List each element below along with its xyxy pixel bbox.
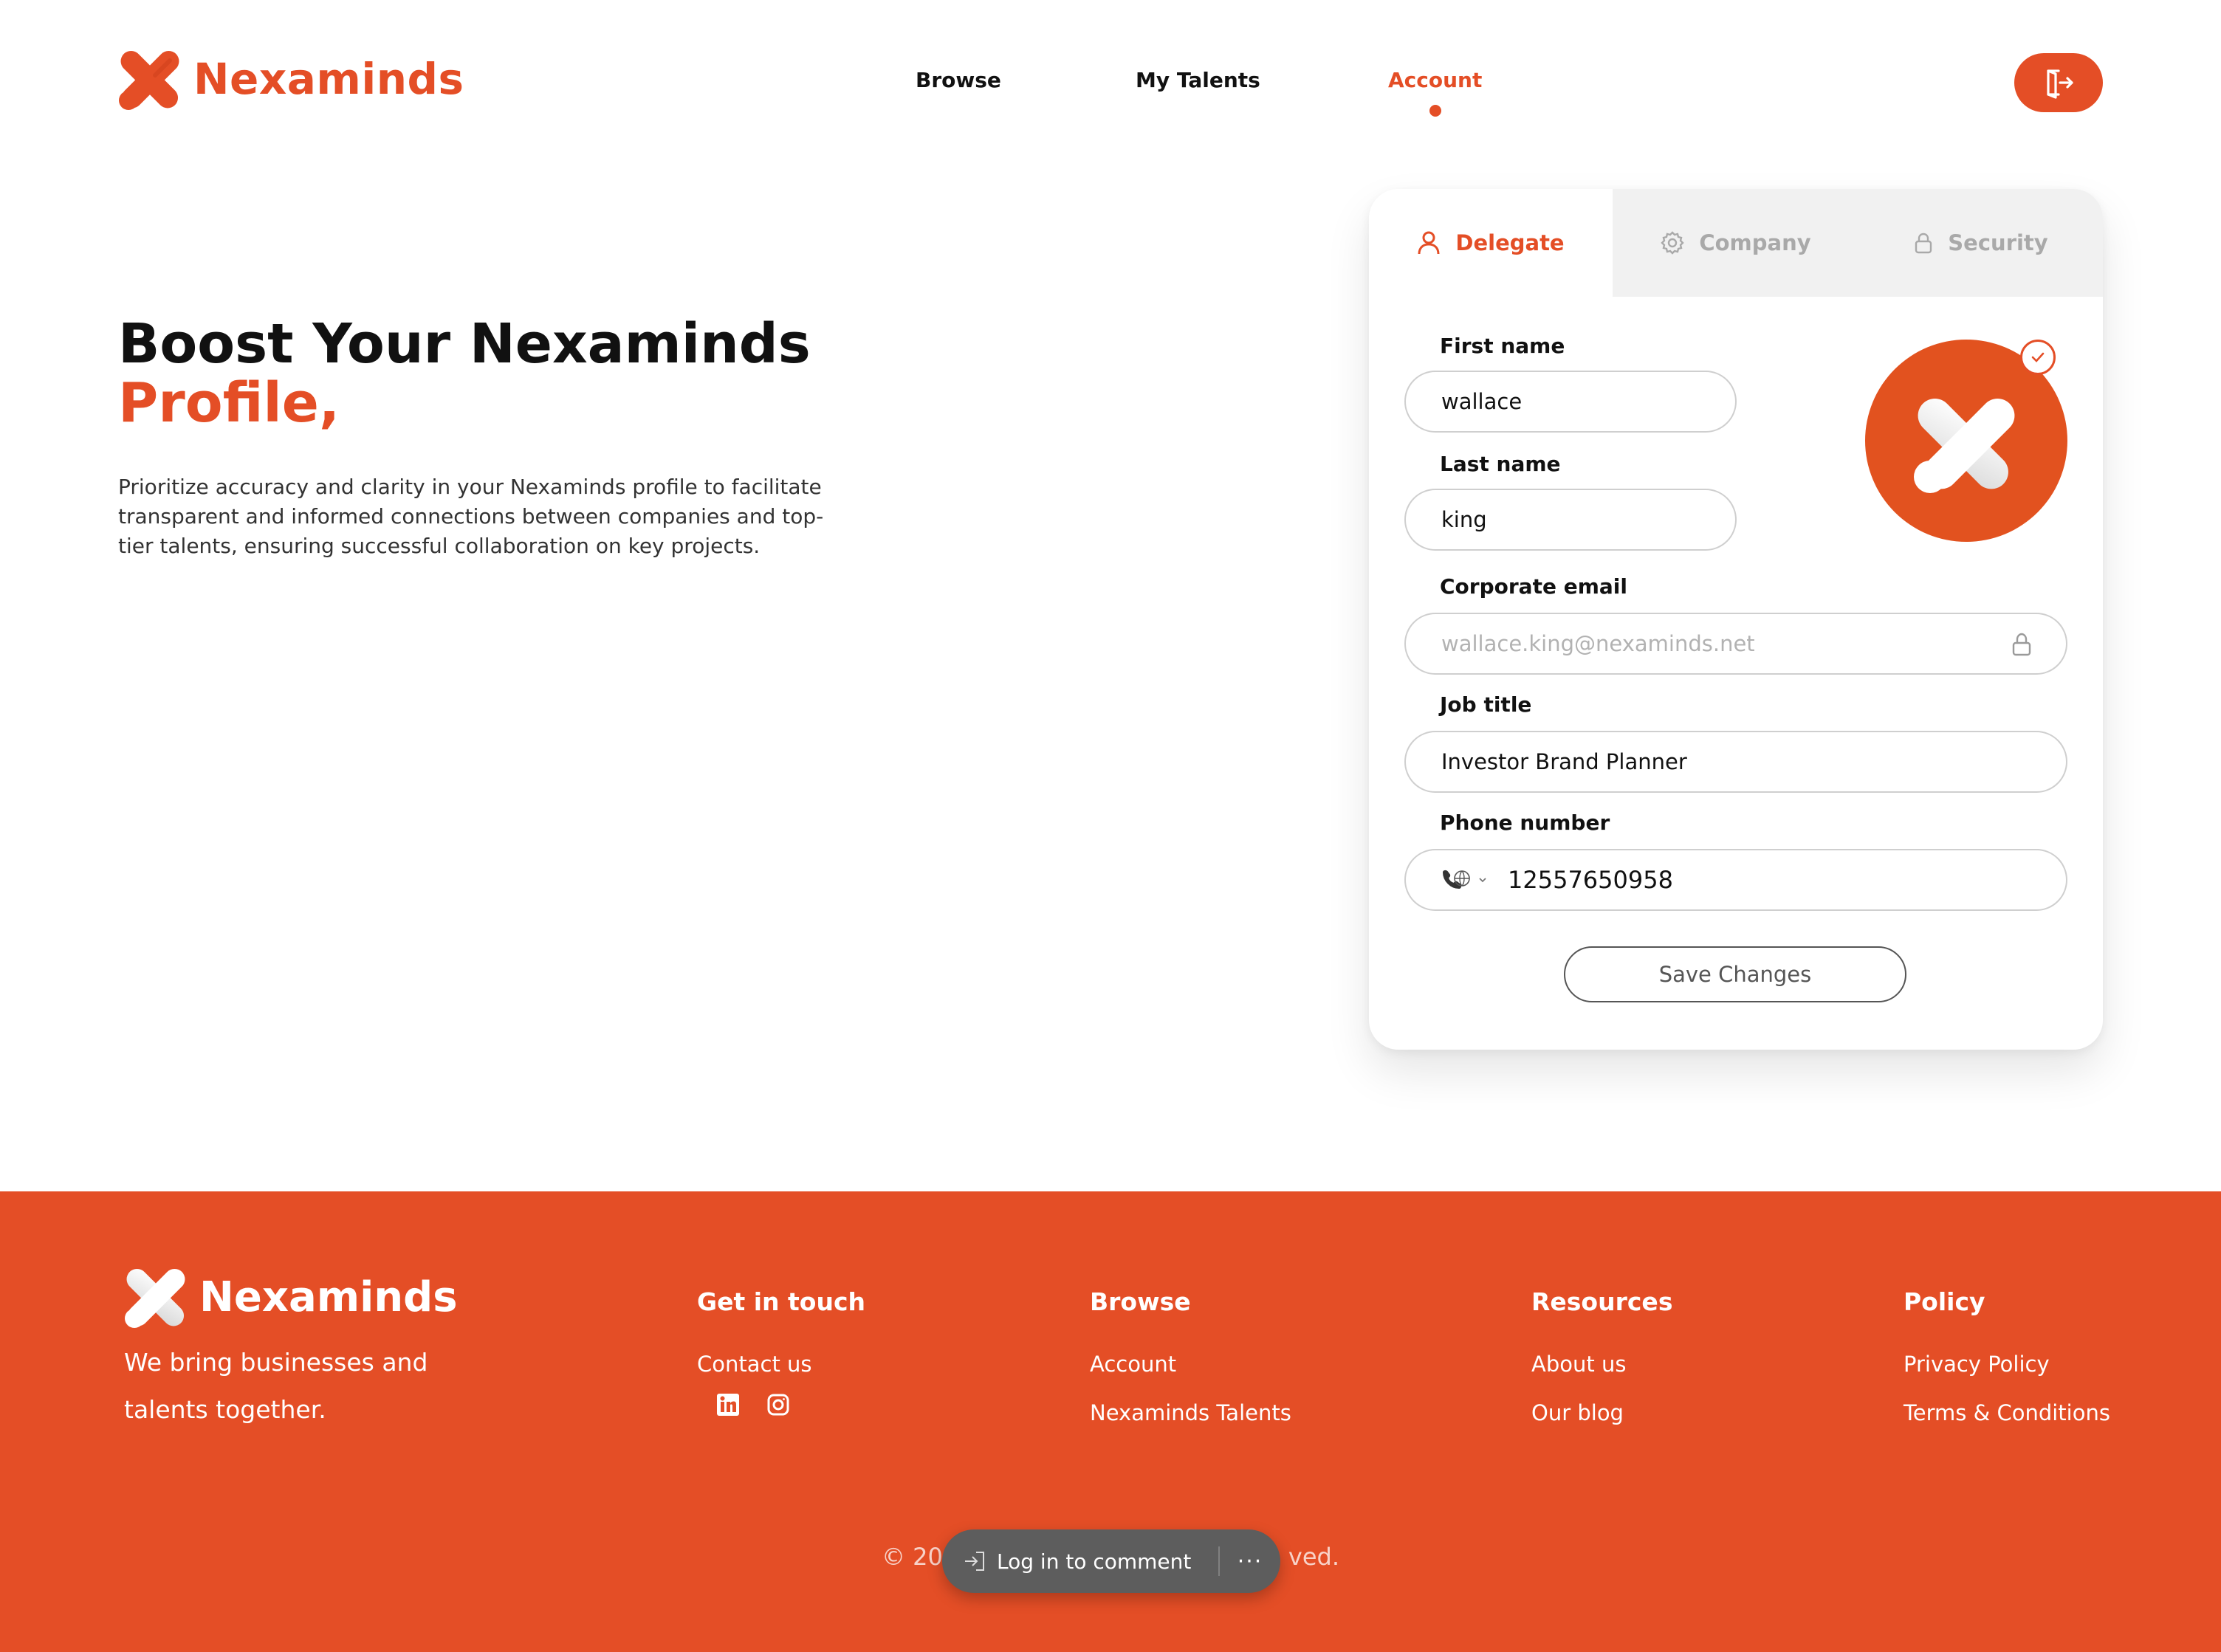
email-value: wallace.king@nexaminds.net — [1441, 631, 1755, 656]
lock-icon — [1915, 233, 1932, 254]
active-indicator — [1429, 105, 1441, 117]
tab-delegate-label: Delegate — [1455, 230, 1565, 255]
first-name-value: wallace — [1441, 389, 1523, 414]
footer-col-resources: Resources About us Our blog — [1531, 1287, 1672, 1449]
verified-check-icon — [2020, 340, 2056, 375]
nexaminds-logo-icon — [119, 50, 179, 110]
page: Nexaminds Browse My Talents Account Boos… — [0, 0, 2221, 1652]
footer-link-contact-us[interactable]: Contact us — [697, 1352, 865, 1377]
footer-link-our-blog[interactable]: Our blog — [1531, 1400, 1672, 1425]
login-to-comment-button[interactable]: Log in to comment — [942, 1529, 1218, 1593]
gear-icon — [1661, 231, 1685, 255]
footer-logo-text: Nexaminds — [199, 1273, 458, 1321]
chevron-down-icon — [1479, 878, 1486, 883]
phone-input[interactable]: 12557650958 — [1404, 849, 2067, 911]
social-links — [716, 1393, 865, 1417]
footer-col-title: Resources — [1531, 1287, 1673, 1316]
profile-tabs: Delegate Company Security — [1369, 189, 2103, 297]
footer-tagline: We bring businesses and talents together… — [124, 1348, 428, 1424]
footer-col-get-in-touch: Get in touch Contact us — [697, 1287, 865, 1417]
tab-company[interactable]: Company — [1613, 189, 1859, 297]
logo[interactable]: Nexaminds — [118, 47, 464, 111]
footer-link-privacy-policy[interactable]: Privacy Policy — [1904, 1352, 2110, 1377]
hero-title-line2: Profile, — [118, 371, 340, 435]
hero-title-line1: Boost Your Nexaminds — [118, 312, 811, 376]
footer-col-policy: Policy Privacy Policy Terms & Conditions — [1904, 1287, 2110, 1449]
footer-col-title: Policy — [1904, 1287, 1985, 1316]
more-options-button[interactable]: ··· — [1220, 1549, 1280, 1574]
footer-link-terms[interactable]: Terms & Conditions — [1904, 1400, 2110, 1425]
linkedin-icon[interactable] — [716, 1393, 740, 1417]
phone-value: 12557650958 — [1508, 866, 1673, 894]
nav-my-talents[interactable]: My Talents — [1136, 68, 1260, 92]
login-icon — [965, 1552, 984, 1571]
job-title-value: Investor Brand Planner — [1441, 749, 1687, 774]
nav-account[interactable]: Account — [1388, 68, 1483, 117]
email-label: Corporate email — [1440, 574, 1627, 599]
site-footer: Nexaminds We bring businesses and talent… — [0, 1191, 2221, 1652]
last-name-input[interactable]: king — [1404, 489, 1737, 551]
hero-description: Prioritize accuracy and clarity in your … — [118, 475, 824, 558]
nexaminds-logo-icon — [125, 1268, 185, 1328]
profile-card: Delegate Company Security First name wal… — [1369, 189, 2103, 1050]
copyright-left: © 20 — [882, 1543, 943, 1571]
last-name-value: king — [1441, 507, 1487, 532]
footer-col-title: Get in touch — [697, 1287, 866, 1316]
footer-link-nexaminds-talents[interactable]: Nexaminds Talents — [1090, 1400, 1291, 1425]
job-title-label: Job title — [1440, 692, 1532, 717]
footer-col-title: Browse — [1090, 1287, 1191, 1316]
footer-link-account[interactable]: Account — [1090, 1352, 1291, 1377]
tab-security-label: Security — [1948, 230, 2048, 255]
logout-button[interactable] — [2014, 53, 2103, 112]
globe-phone-icon — [1442, 870, 1470, 889]
last-name-label: Last name — [1440, 452, 1561, 476]
tab-company-label: Company — [1699, 230, 1811, 255]
nav-browse[interactable]: Browse — [916, 68, 1001, 92]
copyright-right: ved. — [1288, 1543, 1339, 1571]
email-input: wallace.king@nexaminds.net — [1404, 613, 2067, 675]
tab-security[interactable]: Security — [1859, 189, 2103, 297]
footer-col-browse: Browse Account Nexaminds Talents — [1090, 1287, 1291, 1449]
save-changes-button[interactable]: Save Changes — [1564, 946, 1906, 1002]
tab-delegate[interactable]: Delegate — [1369, 189, 1613, 297]
logo-text: Nexaminds — [193, 54, 464, 104]
email-lock-icon — [2012, 633, 2031, 656]
nav-account-label: Account — [1388, 68, 1483, 92]
site-header: Nexaminds Browse My Talents Account — [0, 0, 2221, 162]
instagram-icon[interactable] — [766, 1393, 790, 1417]
job-title-input[interactable]: Investor Brand Planner — [1404, 731, 2067, 793]
login-to-comment-label: Log in to comment — [997, 1549, 1192, 1574]
footer-logo[interactable]: Nexaminds — [124, 1265, 458, 1329]
user-icon — [1418, 231, 1440, 255]
country-selector[interactable] — [1441, 868, 1487, 892]
comment-overlay: Log in to comment ··· — [942, 1529, 1280, 1593]
hero-section: Boost Your Nexaminds Profile, Prioritize… — [118, 314, 857, 561]
hero-title: Boost Your Nexaminds Profile, — [118, 314, 857, 433]
phone-label: Phone number — [1440, 810, 1610, 835]
first-name-input[interactable]: wallace — [1404, 371, 1737, 433]
logout-icon — [2047, 69, 2073, 99]
footer-link-about-us[interactable]: About us — [1531, 1352, 1672, 1377]
more-options-icon: ··· — [1237, 1548, 1263, 1574]
first-name-label: First name — [1440, 334, 1565, 358]
